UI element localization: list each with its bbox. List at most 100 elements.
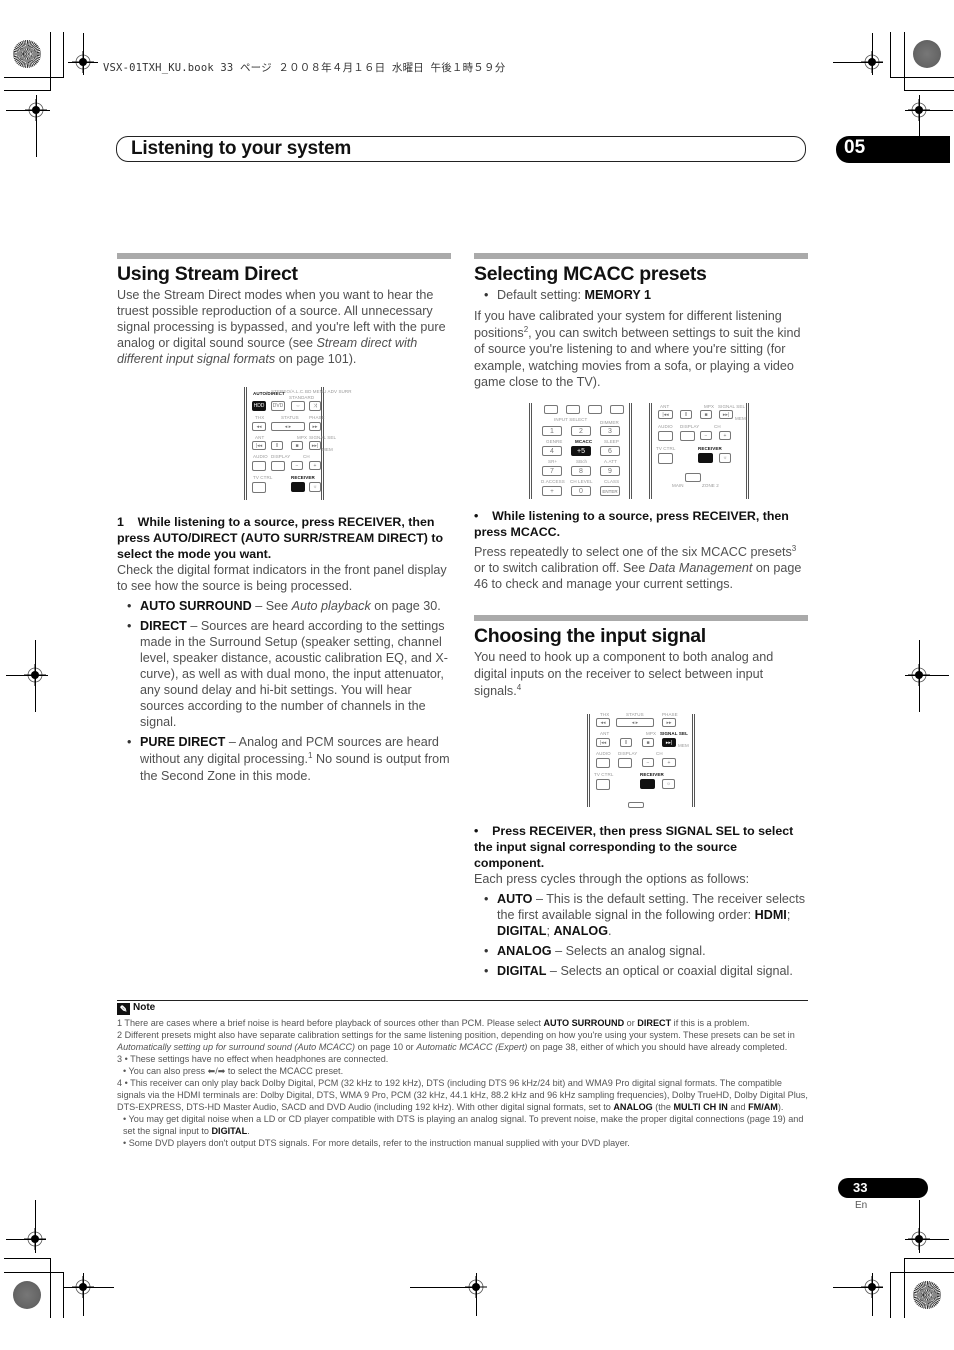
- pause-button[interactable]: II: [680, 409, 692, 419]
- number-8-button[interactable]: 8: [571, 465, 591, 476]
- chapter-header: Listening to your system: [116, 136, 806, 162]
- channel-down-button[interactable]: −: [700, 430, 712, 440]
- number-3-button[interactable]: 3: [600, 425, 620, 436]
- zone-switch[interactable]: [628, 801, 644, 808]
- remote-label: DIMMER: [600, 419, 619, 425]
- audio-button[interactable]: [658, 430, 673, 441]
- rewind-button[interactable]: ◂◂: [596, 717, 610, 727]
- enter-button[interactable]: ENTER: [600, 485, 620, 496]
- prev-button[interactable]: |◂◂: [252, 441, 266, 450]
- color-target-icon: [913, 1281, 941, 1309]
- stop-button[interactable]: ■: [700, 409, 712, 419]
- remote-label: SIGNAL SEL: [718, 403, 746, 409]
- footnote-ref[interactable]: 4: [517, 682, 521, 691]
- mcacc-button[interactable]: +5: [571, 445, 591, 456]
- stop-button[interactable]: ■: [291, 441, 303, 450]
- signal-sel-button[interactable]: ▸▸|: [662, 737, 676, 747]
- number-4-button[interactable]: 4: [542, 445, 562, 456]
- footnote-text: • Some DVD players don't output DTS sign…: [123, 1138, 630, 1148]
- receiver-button[interactable]: [291, 482, 305, 492]
- number-9-button[interactable]: 9: [600, 465, 620, 476]
- footnotes: 1 There are cases where a brief noise is…: [117, 1017, 809, 1149]
- remote-label: RECEIVER: [698, 445, 722, 451]
- number-0-button[interactable]: 0: [571, 485, 591, 496]
- crop-mark: [4, 1272, 64, 1273]
- number-7-button[interactable]: 7: [542, 465, 562, 476]
- pause-button[interactable]: II: [271, 441, 283, 450]
- remote-label: THX: [600, 711, 610, 717]
- rewind-button[interactable]: ◂◂: [252, 422, 266, 431]
- remote-illustration: AUTO/DIRECT STEREO/A.L.C. STANDARD BD ME…: [244, 387, 352, 500]
- display-button[interactable]: [618, 757, 632, 768]
- channel-down-button[interactable]: −: [291, 461, 303, 470]
- signal-order-item: DIGITAL: [497, 923, 547, 938]
- crop-mark: [872, 1273, 873, 1316]
- audio-button[interactable]: [252, 461, 266, 471]
- remote-label: MEM: [322, 447, 333, 452]
- next-button[interactable]: ▸▸|: [719, 409, 733, 419]
- crop-mark: [919, 1200, 920, 1253]
- footnote-text: or: [624, 1018, 638, 1028]
- light-button[interactable]: ☼: [719, 452, 731, 463]
- status-button[interactable]: ◂ ▸: [271, 422, 305, 431]
- input-button[interactable]: [566, 404, 580, 414]
- pencil-icon: ✎: [117, 1003, 130, 1015]
- option-desc: – Selects an analog signal.: [551, 943, 706, 958]
- prev-button[interactable]: |◂◂: [596, 737, 610, 747]
- tv-ctrl-button[interactable]: [658, 452, 673, 464]
- display-button[interactable]: [271, 461, 285, 471]
- crop-mark: [904, 90, 954, 91]
- option-name: ANALOG: [497, 943, 552, 958]
- standard-button[interactable]: ⇔: [291, 401, 305, 411]
- dvd-button[interactable]: DVD: [271, 401, 285, 411]
- hdd-button[interactable]: HDD: [252, 401, 266, 411]
- section-rule: [474, 253, 808, 259]
- remote-label: AUDIO: [596, 750, 611, 756]
- forward-button[interactable]: ▸▸: [309, 422, 321, 431]
- pause-button[interactable]: II: [620, 737, 632, 747]
- receiver-button[interactable]: [698, 452, 713, 463]
- audio-button[interactable]: [596, 757, 610, 768]
- remote-label: RECEIVER: [640, 771, 664, 777]
- prev-button[interactable]: |◂◂: [658, 409, 673, 419]
- footnote-ref[interactable]: 3: [792, 543, 796, 552]
- remote-illustration: ANT MPX SIGNAL SEL MEM |◂◂ II ■ ▸▸| AUDI…: [649, 402, 749, 499]
- cross-reference: Auto playback: [291, 599, 371, 613]
- number-1-button[interactable]: 1: [542, 425, 562, 436]
- next-button[interactable]: ▸▸|: [309, 441, 321, 450]
- display-button[interactable]: [680, 430, 695, 441]
- remote-label: ZONE 2: [702, 482, 719, 488]
- forward-button[interactable]: ▸▸: [662, 717, 676, 727]
- signal-options-list: AUTO – This is the default setting. The …: [474, 891, 808, 979]
- crop-mark: [833, 62, 883, 63]
- plus-button[interactable]: +: [542, 485, 562, 496]
- channel-up-button[interactable]: +: [719, 430, 731, 440]
- channel-up-button[interactable]: +: [309, 461, 321, 470]
- input-button[interactable]: [610, 404, 624, 414]
- remote-label: SIGNAL SEL: [309, 435, 337, 440]
- input-button[interactable]: [544, 404, 558, 414]
- remote-label: GENRE: [546, 438, 563, 444]
- tv-ctrl-button[interactable]: [596, 778, 610, 790]
- receiver-button[interactable]: [640, 778, 655, 789]
- remote-label: SR+: [548, 458, 558, 464]
- channel-up-button[interactable]: +: [662, 757, 676, 767]
- footnote-text: DIRECT: [637, 1018, 672, 1028]
- stop-button[interactable]: ■: [642, 737, 654, 747]
- adv-surr-button[interactable]: ⤨: [309, 401, 321, 411]
- status-button[interactable]: ◂ ▸: [616, 717, 654, 727]
- tv-ctrl-button[interactable]: [252, 482, 266, 493]
- light-button[interactable]: ☼: [309, 482, 321, 492]
- color-target-icon: [13, 1281, 41, 1309]
- light-button[interactable]: ☼: [662, 778, 675, 789]
- remote-label: STEREO/A.L.C.: [271, 389, 305, 394]
- crop-mark: [63, 32, 64, 77]
- channel-down-button[interactable]: −: [642, 757, 654, 767]
- input-button[interactable]: [588, 404, 602, 414]
- remote-label: SIGNAL SEL: [660, 730, 688, 736]
- number-2-button[interactable]: 2: [571, 425, 591, 436]
- list-item: PURE DIRECT – Analog and PCM sources are…: [117, 734, 451, 785]
- zone-switch[interactable]: [685, 472, 701, 482]
- crop-mark: [35, 640, 36, 712]
- number-6-button[interactable]: 6: [600, 445, 620, 456]
